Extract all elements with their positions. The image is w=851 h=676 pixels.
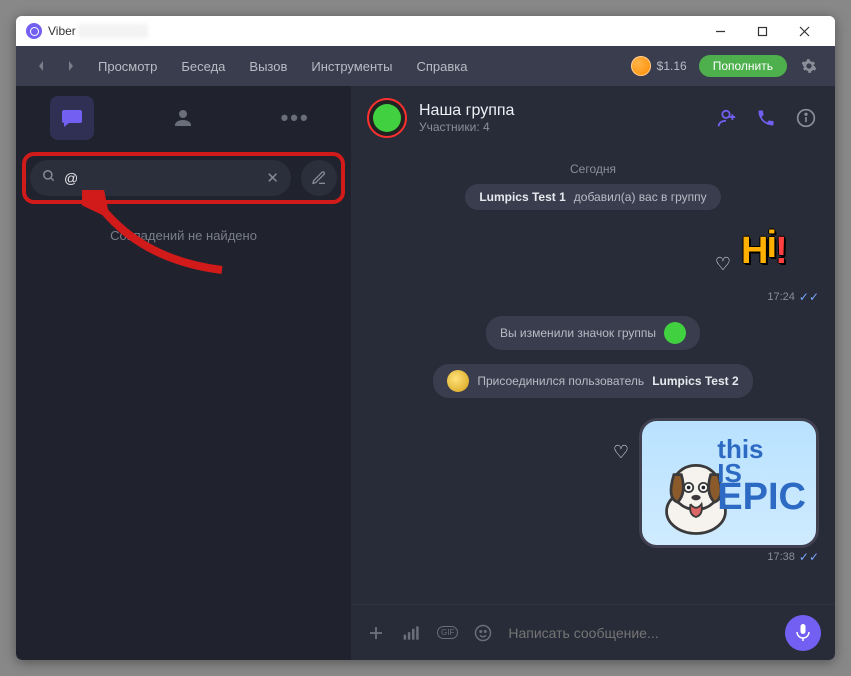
menu-call[interactable]: Вызов	[249, 59, 287, 74]
app-title: Viber	[48, 24, 76, 38]
app-icon	[26, 23, 42, 39]
search-area: ✕	[16, 150, 351, 206]
tab-contacts[interactable]	[161, 96, 205, 140]
app-window: Viber Просмотр Беседа Вызов Инструменты …	[16, 16, 835, 660]
settings-button[interactable]	[799, 56, 819, 76]
read-receipts-icon[interactable]	[401, 622, 423, 644]
window-controls	[699, 16, 825, 46]
message-input-row: GIF	[351, 604, 835, 660]
close-button[interactable]	[783, 16, 825, 46]
app-body: ••• ✕ Совпадений не найдено	[16, 86, 835, 660]
date-divider: Сегодня	[367, 162, 819, 176]
react-heart-2[interactable]: ♡	[613, 442, 629, 463]
coin-icon	[631, 56, 651, 76]
balance-value: $1.16	[657, 59, 687, 73]
mini-avatar-1	[664, 322, 686, 344]
timestamp-2: 17:38 ✓✓	[767, 550, 819, 564]
menu-conversation[interactable]: Беседа	[181, 59, 225, 74]
sticker-message-1: ♡ Hi!	[715, 230, 819, 288]
tab-chats[interactable]	[50, 96, 94, 140]
react-heart-1[interactable]: ♡	[715, 254, 731, 275]
chat-subtitle: Участники: 4	[419, 120, 514, 134]
sys1-text: добавил(а) вас в группу	[574, 190, 707, 204]
attach-button[interactable]	[365, 622, 387, 644]
chat-panel: Наша группа Участники: 4 Сегодня	[351, 86, 835, 660]
read-ticks-icon: ✓✓	[799, 550, 819, 564]
titlebar: Viber	[16, 16, 835, 46]
sys1-user: Lumpics Test 1	[479, 190, 565, 204]
message-input[interactable]	[508, 625, 771, 641]
menubar: Просмотр Беседа Вызов Инструменты Справк…	[16, 46, 835, 86]
call-button[interactable]	[753, 105, 779, 131]
sidebar: ••• ✕ Совпадений не найдено	[16, 86, 351, 660]
topup-button[interactable]: Пополнить	[699, 55, 787, 77]
search-field[interactable]: ✕	[30, 160, 291, 196]
sticker-epic[interactable]: thisISEPIC	[639, 418, 819, 548]
mini-avatar-2	[447, 370, 469, 392]
read-ticks-icon: ✓✓	[799, 290, 819, 304]
gif-button[interactable]: GIF	[437, 626, 458, 639]
search-clear-button[interactable]: ✕	[266, 169, 279, 187]
search-input[interactable]	[64, 170, 258, 186]
system-message-icon-changed: Вы изменили значок группы	[486, 316, 700, 350]
system-message-added: Lumpics Test 1 добавил(а) вас в группу	[465, 184, 720, 210]
system-message-joined: Присоединился пользователь Lumpics Test …	[433, 364, 752, 398]
tab-more[interactable]: •••	[273, 96, 317, 140]
sys3-pre: Присоединился пользователь	[477, 374, 644, 388]
chat-header: Наша группа Участники: 4	[351, 86, 835, 150]
no-results-label: Совпадений не найдено	[16, 206, 351, 265]
nav-forward-button[interactable]	[56, 51, 86, 81]
nav-back-button[interactable]	[26, 51, 56, 81]
sticker-hi[interactable]: Hi!	[741, 230, 819, 288]
sticker-message-2: ♡	[613, 418, 819, 548]
menu-help[interactable]: Справка	[416, 59, 467, 74]
sidebar-tabs: •••	[16, 86, 351, 150]
balance-chip[interactable]: $1.16	[631, 56, 687, 76]
add-participant-button[interactable]	[713, 105, 739, 131]
sticker-button[interactable]	[472, 622, 494, 644]
sticker-epic-text: thisISEPIC	[717, 437, 806, 512]
maximize-button[interactable]	[741, 16, 783, 46]
menu-tools[interactable]: Инструменты	[311, 59, 392, 74]
title-extra-blurred	[78, 24, 148, 38]
chat-actions	[713, 105, 819, 131]
compose-button[interactable]	[301, 160, 337, 196]
chat-title: Наша группа	[419, 102, 514, 120]
minimize-button[interactable]	[699, 16, 741, 46]
menu-view[interactable]: Просмотр	[98, 59, 157, 74]
timestamp-1: 17:24 ✓✓	[767, 290, 819, 304]
group-avatar[interactable]	[367, 98, 407, 138]
voice-message-button[interactable]	[785, 615, 821, 651]
sys3-user: Lumpics Test 2	[652, 374, 738, 388]
sys2-text: Вы изменили значок группы	[500, 326, 656, 340]
chat-info-button[interactable]	[793, 105, 819, 131]
search-icon	[42, 169, 56, 188]
messages-area[interactable]: Сегодня Lumpics Test 1 добавил(а) вас в …	[351, 150, 835, 604]
chat-header-texts: Наша группа Участники: 4	[419, 102, 514, 134]
